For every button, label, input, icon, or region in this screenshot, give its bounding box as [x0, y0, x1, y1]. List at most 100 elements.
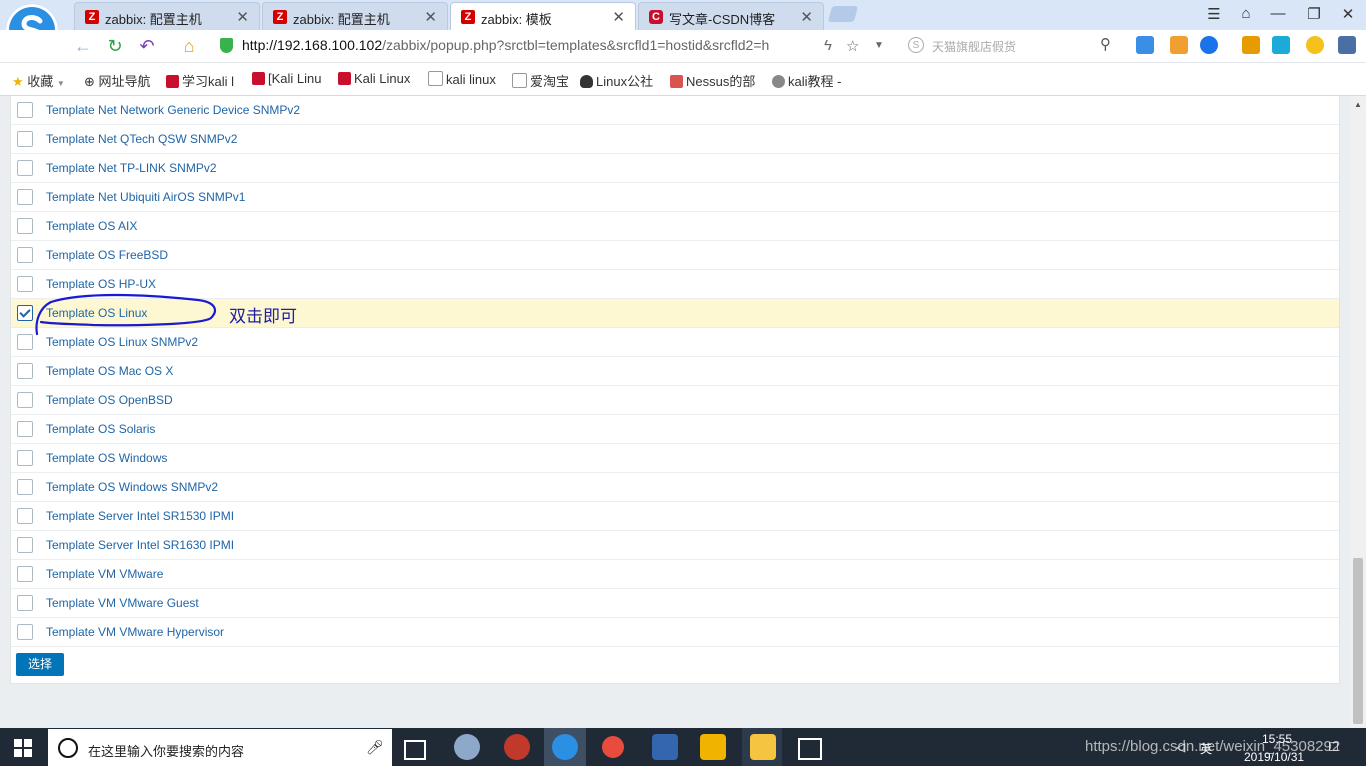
dropdown-arrow-icon[interactable]: ▼ [874, 40, 884, 51]
template-row[interactable]: Template VM VMware [11, 560, 1339, 589]
close-tab-icon[interactable]: ✕ [236, 8, 249, 26]
bookmark-item[interactable]: Nessus的部 [670, 71, 755, 90]
minimize-icon[interactable]: — [1268, 5, 1288, 22]
template-checkbox[interactable] [17, 566, 33, 582]
close-tab-icon[interactable]: ✕ [800, 8, 813, 26]
skin-icon[interactable]: ⌂ [1236, 5, 1256, 22]
template-checkbox[interactable] [17, 334, 33, 350]
template-link[interactable]: Template VM VMware Guest [46, 596, 199, 610]
template-row[interactable]: Template OS AIX [11, 212, 1339, 241]
template-checkbox[interactable] [17, 305, 33, 321]
template-link[interactable]: Template Net TP-LINK SNMPv2 [46, 161, 217, 175]
restore-icon[interactable]: ❐ [1304, 5, 1324, 23]
template-link[interactable]: Template VM VMware Hypervisor [46, 625, 224, 639]
star-bookmark-icon[interactable]: ☆ [846, 37, 859, 55]
menu-icon[interactable]: ☰ [1204, 5, 1224, 23]
close-tab-icon[interactable]: ✕ [424, 8, 437, 26]
bookmark-item[interactable]: kali教程 - [772, 71, 841, 90]
home-icon[interactable]: ⌂ [178, 36, 200, 57]
scissors-icon[interactable] [1200, 36, 1218, 54]
select-button[interactable]: 选择 [16, 653, 64, 676]
template-link[interactable]: Template OS HP-UX [46, 277, 156, 291]
bookmark-item[interactable]: [Kali Linu [252, 71, 321, 86]
photos-icon[interactable] [798, 738, 822, 760]
bookmark-item[interactable]: Linux公社 [580, 71, 653, 90]
template-link[interactable]: Template Net QTech QSW SNMPv2 [46, 132, 237, 146]
template-checkbox[interactable] [17, 189, 33, 205]
tab-csdn-write[interactable]: C 写文章-CSDN博客 ✕ [638, 2, 824, 30]
search-field[interactable]: S 天猫旗舰店假货 ⚲ [904, 35, 1120, 57]
template-link[interactable]: Template OS OpenBSD [46, 393, 173, 407]
tab-zabbix-templates[interactable]: Z zabbix: 模板 ✕ [450, 2, 636, 31]
grid-menu-icon[interactable] [1338, 36, 1356, 54]
template-row[interactable]: Template OS FreeBSD [11, 241, 1339, 270]
bookmark-item[interactable]: 学习kali l [166, 71, 234, 90]
close-tab-icon[interactable]: ✕ [612, 8, 625, 26]
template-row[interactable]: Template OS Windows SNMPv2 [11, 473, 1339, 502]
task-view-icon[interactable] [404, 740, 426, 760]
url-text[interactable]: http://192.168.100.102/zabbix/popup.php?… [242, 37, 822, 53]
template-row[interactable]: Template VM VMware Hypervisor [11, 618, 1339, 647]
browser-taskbar-icon[interactable] [552, 734, 578, 760]
scan-icon[interactable] [1272, 36, 1290, 54]
app-molecule-icon[interactable] [602, 736, 624, 758]
template-link[interactable]: Template OS Solaris [46, 422, 155, 436]
template-checkbox[interactable] [17, 218, 33, 234]
template-link[interactable]: Template OS Windows [46, 451, 167, 465]
template-link[interactable]: Template Net Ubiquiti AirOS SNMPv1 [46, 190, 245, 204]
vmware-icon[interactable] [700, 734, 726, 760]
template-checkbox[interactable] [17, 508, 33, 524]
tab-zabbix-host-config-1[interactable]: Z zabbix: 配置主机 ✕ [74, 2, 260, 30]
translate-icon[interactable] [1136, 36, 1154, 54]
template-checkbox[interactable] [17, 247, 33, 263]
template-checkbox[interactable] [17, 479, 33, 495]
undo-close-icon[interactable]: ↶ [136, 36, 158, 57]
template-row[interactable]: Template OS Solaris [11, 415, 1339, 444]
close-window-icon[interactable]: ✕ [1338, 5, 1358, 23]
template-link[interactable]: Template OS Mac OS X [46, 364, 173, 378]
page-scrollbar[interactable]: ▲ [1350, 96, 1366, 728]
bookmark-nav[interactable]: ⊕ 网址导航 [84, 71, 151, 90]
template-link[interactable]: Template OS AIX [46, 219, 137, 233]
extension-icon[interactable] [1170, 36, 1188, 54]
scroll-up-icon[interactable]: ▲ [1354, 100, 1362, 109]
template-checkbox[interactable] [17, 131, 33, 147]
windows-start-icon[interactable] [14, 739, 32, 757]
template-link[interactable]: Template Server Intel SR1630 IPMI [46, 538, 234, 552]
template-row[interactable]: Template Server Intel SR1630 IPMI [11, 531, 1339, 560]
network-globe-icon[interactable] [454, 734, 480, 760]
template-checkbox[interactable] [17, 160, 33, 176]
template-checkbox[interactable] [17, 363, 33, 379]
template-checkbox[interactable] [17, 392, 33, 408]
lightning-icon[interactable]: ϟ [824, 37, 832, 54]
shell-app-icon[interactable] [504, 734, 530, 760]
emoji-icon[interactable] [1306, 36, 1324, 54]
template-link[interactable]: Template VM VMware [46, 567, 163, 581]
template-row[interactable]: Template Net TP-LINK SNMPv2 [11, 154, 1339, 183]
search-engine-icon[interactable]: S [908, 37, 924, 53]
template-link[interactable]: Template Net Network Generic Device SNMP… [46, 103, 300, 117]
new-tab-button[interactable] [827, 6, 859, 22]
tab-zabbix-host-config-2[interactable]: Z zabbix: 配置主机 ✕ [262, 2, 448, 30]
template-checkbox[interactable] [17, 102, 33, 118]
bookmark-item[interactable]: Kali Linux [338, 71, 410, 86]
template-row[interactable]: Template OS OpenBSD [11, 386, 1339, 415]
template-checkbox[interactable] [17, 450, 33, 466]
template-row[interactable]: Template OS Mac OS X [11, 357, 1339, 386]
bookmark-item[interactable]: 爱淘宝 [512, 71, 569, 90]
microphone-icon[interactable]: 🎤︎ [366, 739, 384, 756]
template-row[interactable]: Template Net Network Generic Device SNMP… [11, 96, 1339, 125]
template-checkbox[interactable] [17, 421, 33, 437]
template-row[interactable]: Template Net Ubiquiti AirOS SNMPv1 [11, 183, 1339, 212]
back-arrow-icon[interactable]: ← [72, 36, 94, 57]
bookmark-favorites[interactable]: ★ 收藏 ▼ [12, 71, 65, 90]
template-link[interactable]: Template OS FreeBSD [46, 248, 168, 262]
template-checkbox[interactable] [17, 276, 33, 292]
template-checkbox[interactable] [17, 595, 33, 611]
template-link[interactable]: Template Server Intel SR1530 IPMI [46, 509, 234, 523]
url-field[interactable]: http://192.168.100.102/zabbix/popup.php?… [212, 34, 892, 58]
template-link[interactable]: Template OS Linux SNMPv2 [46, 335, 198, 349]
taskbar-search-box[interactable]: 在这里输入你要搜索的内容 🎤︎ [48, 729, 392, 766]
scrollbar-thumb[interactable] [1353, 558, 1363, 724]
template-row[interactable]: Template OS Windows [11, 444, 1339, 473]
